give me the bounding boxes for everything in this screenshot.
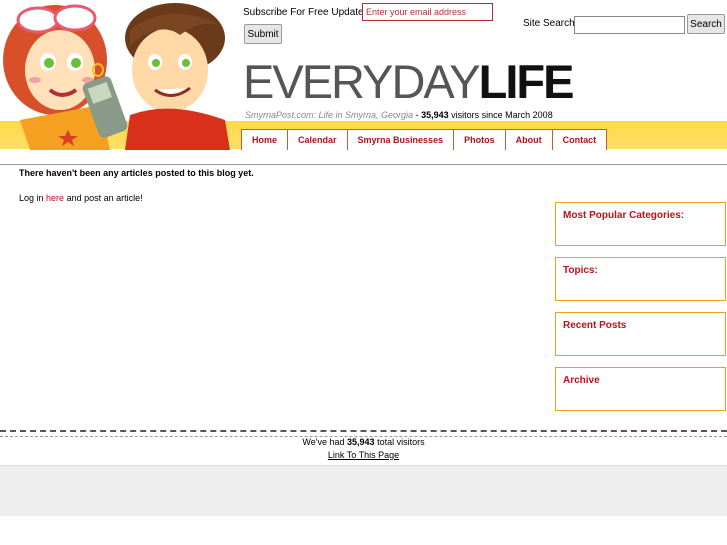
login-suffix: and post an article! (66, 193, 143, 203)
main-nav: Home Calendar Smyrna Businesses Photos A… (241, 129, 608, 150)
tagline-site: SmyrnaPost.com: Life in Smyrna, Georgia (245, 110, 414, 120)
footer-link-row: Link To This Page (0, 450, 727, 460)
footer-visitor-count: 35,943 (347, 437, 375, 447)
no-articles-message: There haven't been any articles posted t… (19, 168, 254, 178)
sidebar-box-topics: Topics: (555, 257, 726, 301)
tagline: SmyrnaPost.com: Life in Smyrna, Georgia … (245, 110, 553, 120)
logo-light-text: EVERYDAY (243, 55, 481, 108)
header-divider (0, 164, 727, 165)
sidebar-box-popular-categories: Most Popular Categories: (555, 202, 726, 246)
nav-item-calendar[interactable]: Calendar (288, 130, 348, 150)
footer-visitor-text: We've had 35,943 total visitors (0, 437, 727, 447)
footer-divider (0, 430, 727, 437)
visitor-count: 35,943 (421, 110, 449, 120)
nav-item-contact[interactable]: Contact (553, 130, 607, 150)
search-button[interactable]: Search (687, 14, 725, 34)
sidebar-box-recent-posts: Recent Posts (555, 312, 726, 356)
search-input[interactable] (574, 16, 685, 34)
site-search-label: Site Search: (523, 18, 578, 29)
sidebar-title: Topics: (563, 265, 598, 276)
footer-panel (0, 465, 727, 516)
tagline-suffix: visitors since March 2008 (451, 110, 553, 120)
subscribe-label: Subscribe For Free Updates: (243, 7, 372, 18)
sidebar-box-archive: Archive (555, 367, 726, 411)
site-logo[interactable]: EVERYDAYLIFE (243, 55, 575, 108)
sidebar-title: Recent Posts (563, 320, 627, 331)
logo-bold-text: LIFE (478, 55, 575, 108)
nav-item-about[interactable]: About (506, 130, 553, 150)
login-prefix: Log in (19, 193, 44, 203)
main-content: There haven't been any articles posted t… (19, 168, 254, 203)
sidebar-title: Archive (563, 375, 600, 386)
footer-suffix: total visitors (377, 437, 425, 447)
link-to-this-page[interactable]: Link To This Page (328, 450, 399, 460)
login-message: Log in here and post an article! (19, 193, 143, 203)
nav-item-photos[interactable]: Photos (454, 130, 506, 150)
nav-item-home[interactable]: Home (242, 130, 289, 150)
header: Subscribe For Free Updates: Submit Site … (0, 0, 727, 165)
email-field[interactable] (362, 3, 493, 21)
submit-button[interactable]: Submit (244, 24, 282, 44)
cartoon-couple-illustration (3, 3, 230, 150)
tagline-separator: - (415, 110, 419, 120)
footer-prefix: We've had (302, 437, 345, 447)
nav-item-smyrna-businesses[interactable]: Smyrna Businesses (348, 130, 455, 150)
sidebar-title: Most Popular Categories: (563, 210, 685, 221)
login-link[interactable]: here (46, 193, 64, 203)
